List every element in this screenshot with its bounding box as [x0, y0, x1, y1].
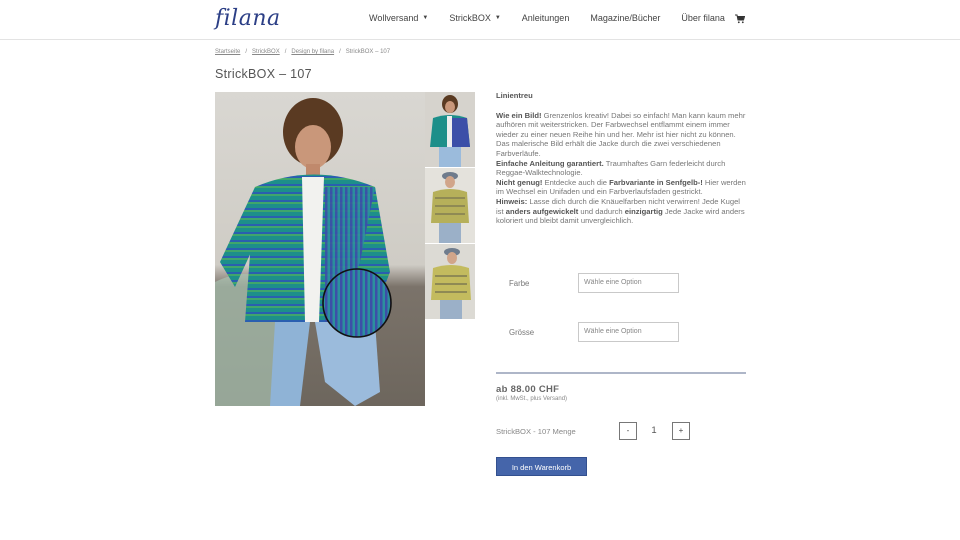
breadcrumb-design-by-filana[interactable]: Design by filana — [291, 49, 334, 55]
product-description: Linientreu Wie ein Bild! Grenzenlos krea… — [496, 91, 746, 226]
shopping-cart-icon[interactable] — [735, 14, 745, 24]
quantity-label: StrickBOX - 107 Menge — [496, 427, 576, 436]
nav-item-label: Über filana — [681, 13, 725, 23]
nav-item-label: Wollversand — [369, 13, 419, 23]
farbe-label: Farbe — [509, 279, 530, 288]
main-nav: Wollversand ▼ StrickBOX ▼ Anleitungen Ma… — [369, 13, 725, 23]
description-bold: anders aufgewickelt — [505, 206, 579, 216]
page-title: StrickBOX – 107 — [215, 67, 312, 81]
thumbnail-photo — [425, 92, 475, 167]
thumbnail-photo — [425, 244, 475, 319]
add-to-cart-button[interactable]: In den Warenkorb — [496, 457, 587, 476]
nav-item-label: StrickBOX — [449, 13, 491, 23]
description-bold: Nicht genug! — [496, 177, 543, 187]
nav-item-label: Magazine/Bücher — [590, 13, 661, 23]
nav-item-anleitungen[interactable]: Anleitungen — [522, 13, 570, 23]
breadcrumb-separator: / — [245, 49, 248, 55]
nav-item-ueber-filana[interactable]: Über filana — [681, 13, 725, 23]
description-bold: Farbvariante in Senfgelb-! — [609, 177, 703, 187]
breadcrumb: Startseite / StrickBOX / Design by filan… — [215, 49, 390, 55]
groesse-select[interactable]: Wähle eine Option — [578, 322, 679, 342]
nav-item-wollversand[interactable]: Wollversand ▼ — [369, 13, 428, 23]
thumbnail-photo — [425, 168, 475, 243]
product-thumbnail[interactable] — [425, 168, 475, 243]
quantity-decrease-button[interactable]: - — [619, 422, 637, 440]
description-heading: Linientreu — [496, 91, 533, 100]
description-bold: einzigartig — [624, 206, 663, 216]
description-bold: Wie ein Bild! — [496, 110, 542, 120]
nav-item-strickbox[interactable]: StrickBOX ▼ — [449, 13, 500, 23]
product-main-image[interactable] — [215, 92, 425, 406]
description-text: Wie ein Bild! Grenzenlos kreativ! Dabei … — [496, 111, 746, 226]
divider — [496, 372, 746, 374]
product-thumbnail[interactable] — [425, 244, 475, 319]
groesse-label: Grösse — [509, 328, 535, 337]
breadcrumb-strickbox[interactable]: StrickBOX — [252, 49, 280, 55]
breadcrumb-separator: / — [284, 49, 287, 55]
product-thumbnail[interactable] — [425, 92, 475, 167]
product-price: ab 88.00 CHF — [496, 384, 560, 395]
price-note: (inkl. MwSt., plus Versand) — [496, 396, 568, 402]
description-span: Entdecke auch die — [542, 177, 610, 187]
site-header: filana Wollversand ▼ StrickBOX ▼ Anleitu… — [0, 0, 960, 40]
description-bold: Hinweis: — [496, 196, 528, 206]
filana-logo[interactable]: filana — [215, 6, 281, 31]
breadcrumb-current: StrickBOX – 107 — [345, 49, 391, 55]
product-photo — [215, 92, 425, 406]
quantity-increase-button[interactable]: + — [672, 422, 690, 440]
breadcrumb-separator: / — [339, 49, 341, 55]
farbe-select[interactable]: Wähle eine Option — [578, 273, 679, 293]
chevron-down-icon: ▼ — [494, 15, 501, 21]
description-span: und dadurch — [578, 206, 625, 216]
nav-item-label: Anleitungen — [521, 13, 570, 23]
chevron-down-icon: ▼ — [422, 15, 429, 21]
description-bold: Einfache Anleitung garantiert. — [496, 158, 604, 168]
breadcrumb-startseite[interactable]: Startseite — [215, 49, 240, 55]
nav-item-magazine[interactable]: Magazine/Bücher — [590, 13, 660, 23]
quantity-input[interactable]: 1 — [645, 425, 663, 436]
